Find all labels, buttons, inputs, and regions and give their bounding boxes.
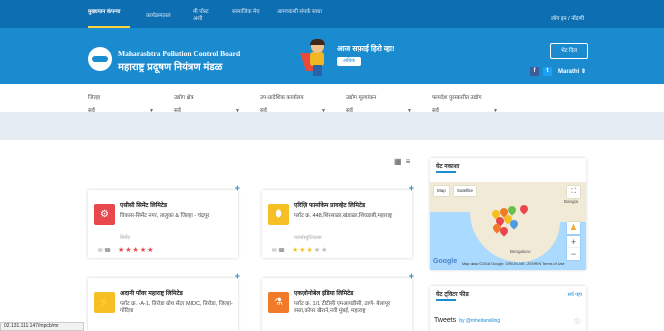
rating-stars: ★★★★★ [118, 247, 155, 254]
industry-card[interactable]: + ⚙ एसीसी सिमेंट लिमिटेड विकास-सिमेंट नग… [88, 183, 240, 258]
twitter-widget: घेट ट्विटर फीड सर्व पहा Tweets by @mheita… [430, 286, 586, 331]
company-name[interactable]: एसीसी सिमेंट लिमिटेड [120, 201, 238, 209]
company-sector: फार्मास्युटिकल्स [294, 235, 322, 241]
add-compare-icon[interactable]: + [409, 271, 414, 281]
filter-band [0, 112, 664, 140]
nav-social[interactable]: सामाजिक मेघ [232, 9, 262, 16]
company-address: विकास-सिमेंट नगर, तालुका & जिल्हा - चंद्… [120, 213, 210, 219]
company-address: प्लॉट क्र. -A-1, तिरोडा ग्रोथ सेंटर MIDC… [120, 301, 233, 314]
login-link[interactable]: लॉग इन / नोंदणी [551, 14, 584, 22]
tweets-header: Tweets by @mheitansiling [434, 317, 501, 324]
filter-sector: उद्योग क्षेत्र सर्व ▼ [174, 93, 240, 118]
map-place-label: Bangla [564, 199, 579, 204]
twitter-see-all-link[interactable]: सर्व पहा [568, 292, 582, 298]
campaign-tagline: आज सफ़ाई हिरो व्हा! [337, 44, 395, 53]
nav-contact[interactable]: आमच्याशी संपर्क साधा [277, 9, 329, 16]
filter-label: उद्योग मूल्यांकन [346, 95, 377, 101]
grid-view-icon[interactable]: ▦ [394, 157, 402, 166]
google-logo: Google [433, 258, 458, 265]
twitter-title: घेट ट्विटर फीड [436, 292, 469, 298]
facebook-icon[interactable]: f [530, 67, 539, 76]
industry-card[interactable]: + ⬮ एरिज़ि फार्माकेम प्रायव्हेट लिमिटेड … [262, 183, 414, 258]
title-underline [436, 171, 456, 173]
twitter-icon[interactable]: t [543, 67, 552, 76]
company-name[interactable]: अदानी पॉवर महाराष्ट्र लिमिटेड [120, 289, 238, 297]
rating-stars: ★★★★★ [292, 247, 329, 254]
title-underline [436, 299, 456, 301]
view-toggle: ▦ ≡ [394, 157, 414, 166]
map-type-satellite[interactable]: Satellite [454, 186, 477, 196]
twitter-handle-link[interactable]: by @mheitansiling [459, 318, 500, 324]
map-title: घेट नकाशा [436, 164, 460, 170]
phone-icon: ☎ [278, 248, 285, 254]
nav-programs[interactable]: कार्यक्रमातल [146, 13, 171, 20]
mail-icon: ✉ [98, 248, 103, 254]
map-widget: घेट नकाशा Map Satellite ⛶ Bangla Bengalu… [430, 158, 586, 270]
visit-button[interactable]: भेट दिल [550, 43, 588, 59]
list-view-icon[interactable]: ≡ [406, 157, 411, 166]
language-select[interactable]: Marathi ⇕ [558, 68, 586, 75]
mail-icon: ✉ [272, 248, 277, 254]
org-name-mr: महाराष्ट्र प्रदूषण नियंत्रण मंडळ [118, 62, 223, 73]
nav-home[interactable]: मुख्यपान कंपन्या [88, 9, 132, 16]
mpcb-logo[interactable] [88, 47, 112, 71]
top-nav: मुख्यपान कंपन्या कार्यक्रमातल मी पोस्ट अ… [0, 0, 664, 28]
add-compare-icon[interactable]: + [235, 183, 240, 193]
filter-label: उद्योग क्षेत्र [174, 95, 194, 101]
status-bar-url: 02.131.111.147/mpcb/mr [0, 322, 84, 331]
company-name[interactable]: एरिज़ि फार्माकेम प्रायव्हेट लिमिटेड [294, 201, 412, 209]
google-map[interactable]: Map Satellite ⛶ Bangla Bengaluru ♟ + − G… [430, 182, 586, 270]
filter-label: फायदेश पुरस्कारीत उद्योग [432, 95, 482, 101]
add-compare-icon[interactable]: + [409, 183, 414, 193]
filter-label: उप-प्रादेशिक कार्यालय [260, 95, 304, 101]
pegman-icon[interactable]: ♟ [567, 222, 580, 234]
map-credit[interactable]: Map data ©2018 Google, ORION-ME, ZENRIN … [462, 262, 565, 266]
org-name-en: Maharashtra Pollution Control Board [118, 49, 241, 58]
info-icon[interactable]: ⓘ [574, 317, 580, 326]
nav-posts[interactable]: मी पोस्ट अशी [193, 9, 215, 23]
gear-icon: ⚙ [94, 204, 115, 225]
company-address: प्लॉट क्र. 1/1 टीटीसी एमआयडीसी, ठाणे- बे… [294, 301, 391, 314]
campaign-more-button[interactable]: अधिक [337, 57, 361, 66]
plug-icon: ⚡ [94, 292, 115, 313]
add-compare-icon[interactable]: + [235, 271, 240, 281]
header-banner: Maharashtra Pollution Control Board महार… [0, 28, 664, 84]
filter-office: उप-प्रादेशिक कार्यालय सर्व ▼ [260, 93, 326, 118]
contact-icons: ✉ ☎ [98, 248, 111, 254]
filter-rating: उद्योग मूल्यांकन सर्व ▼ [346, 93, 412, 118]
zoom-out-icon[interactable]: − [567, 248, 580, 260]
industry-card[interactable]: + ⚗ एकज़ोनोबेल इंडिया लिमिटेड प्लॉट क्र.… [262, 271, 414, 331]
company-address: प्लॉट क्र. 448,शिरसाळा,खंडाळा,शिवडाबी,मह… [294, 213, 393, 219]
filter-label: जिल्हा [88, 95, 101, 101]
industry-card[interactable]: + ⚡ अदानी पॉवर महाराष्ट्र लिमिटेड प्लॉट … [88, 271, 240, 331]
superhero-mascot-icon [300, 39, 332, 78]
zoom-in-icon[interactable]: + [567, 236, 580, 248]
company-name[interactable]: एकज़ोनोबेल इंडिया लिमिटेड [294, 289, 412, 297]
filter-awarded: फायदेश पुरस्कारीत उद्योग सर्व ▼ [432, 93, 498, 118]
map-place-label: Bengaluru [510, 249, 531, 254]
fullscreen-icon[interactable]: ⛶ [567, 186, 580, 198]
filter-district: जिल्हा सर्व ▼ [88, 93, 154, 118]
phone-icon: ☎ [104, 248, 111, 254]
contact-icons: ✉ ☎ [272, 248, 285, 254]
map-type-map[interactable]: Map [434, 186, 449, 196]
flask-icon: ⚗ [268, 292, 289, 313]
company-sector: सिमेंट [120, 235, 131, 241]
pill-icon: ⬮ [268, 204, 289, 225]
